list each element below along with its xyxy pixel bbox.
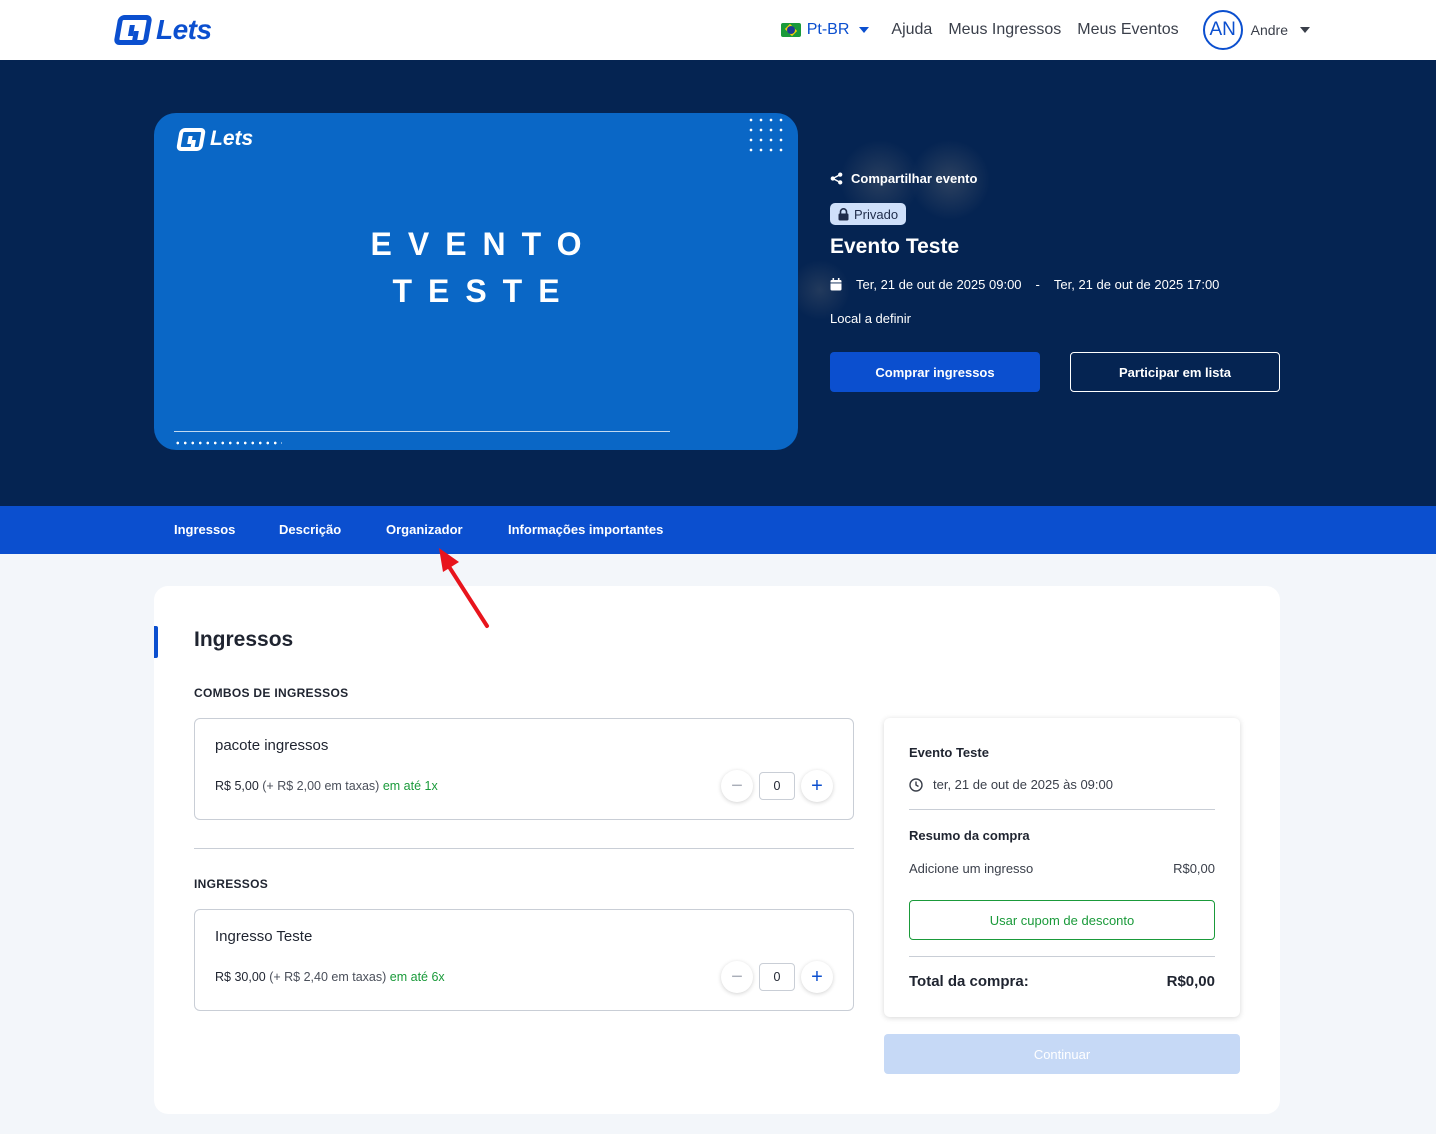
total-value: R$0,00 [1166, 973, 1215, 990]
avatar[interactable]: AN [1202, 10, 1243, 50]
section-title: Ingressos [194, 628, 294, 651]
event-hero: Lets EVENTO TESTE Compartilhar evento Pr… [0, 60, 1436, 506]
share-icon [830, 172, 843, 185]
banner-title-line1: EVENTO [370, 226, 598, 262]
date-separator: - [1035, 277, 1040, 292]
quantity-stepper: − 0 + [721, 961, 833, 993]
brand-name: Lets [156, 14, 212, 45]
event-banner: Lets EVENTO TESTE [154, 113, 798, 450]
summary-heading: Resumo da compra [909, 828, 1030, 843]
decrease-quantity-button[interactable]: − [721, 770, 753, 802]
combo-price: R$ 5,00 [215, 779, 259, 793]
banner-brand: Lets [210, 127, 254, 150]
increase-quantity-button[interactable]: + [801, 961, 833, 993]
section-accent-bar [154, 626, 158, 658]
ticket-item: Ingresso Teste R$ 30,00 (+ R$ 2,40 em ta… [194, 909, 854, 1011]
event-location: Local a definir [830, 311, 911, 326]
ticket-fee: (+ R$ 2,40 em taxas) [269, 970, 387, 984]
tab-descricao[interactable]: Descrição [279, 506, 341, 554]
brazil-flag-icon [780, 23, 801, 37]
combos-label: COMBOS DE INGRESSOS [194, 686, 349, 700]
nav-link-my-events[interactable]: Meus Eventos [1077, 21, 1178, 39]
quantity-value[interactable]: 0 [759, 963, 795, 991]
banner-dot-grid [746, 115, 786, 155]
section-divider [194, 848, 854, 849]
banner-logo: Lets [175, 127, 254, 151]
banner-decorative-line [174, 431, 670, 432]
share-label: Compartilhar evento [851, 171, 978, 186]
event-date-range: Ter, 21 de out de 2025 09:00 - Ter, 21 d… [830, 277, 1219, 292]
quantity-stepper: − 0 + [721, 770, 833, 802]
ticket-price: R$ 30,00 [215, 970, 266, 984]
event-end: Ter, 21 de out de 2025 17:00 [1053, 277, 1220, 292]
share-event-link[interactable]: Compartilhar evento [830, 171, 977, 186]
user-menu-name[interactable]: Andre [1251, 22, 1288, 38]
nav-link-help[interactable]: Ajuda [891, 21, 932, 39]
banner-dot-row [174, 440, 282, 446]
brand-logo[interactable]: Lets [113, 14, 212, 46]
summary-divider [909, 956, 1215, 957]
language-selector[interactable]: Pt-BR [780, 21, 870, 39]
ticket-name: Ingresso Teste [215, 928, 313, 945]
lets-logo-icon [175, 127, 207, 151]
top-navbar: Lets Pt-BR Ajuda Meus Ingressos Meus Eve… [0, 0, 1436, 60]
summary-event-date: ter, 21 de out de 2025 às 09:00 [909, 777, 1113, 792]
language-label: Pt-BR [806, 21, 850, 38]
ticket-price-row: R$ 30,00 (+ R$ 2,40 em taxas) em até 6x [215, 970, 445, 984]
summary-date-text: ter, 21 de out de 2025 às 09:00 [933, 777, 1113, 792]
discount-coupon-button[interactable]: Usar cupom de desconto [909, 900, 1215, 940]
summary-line: Adicione um ingresso R$0,00 [909, 861, 1215, 876]
summary-divider [909, 809, 1215, 810]
ticket-installments: em até 6x [389, 970, 445, 984]
continue-button[interactable]: Continuar [884, 1034, 1240, 1074]
quantity-value[interactable]: 0 [759, 772, 795, 800]
summary-event-name: Evento Teste [909, 745, 989, 760]
decrease-quantity-button[interactable]: − [721, 961, 753, 993]
purchase-summary: Evento Teste ter, 21 de out de 2025 às 0… [884, 718, 1240, 1017]
total-label: Total da compra: [909, 973, 1029, 990]
tab-informacoes-importantes[interactable]: Informações importantes [508, 506, 663, 554]
combo-fee: (+ R$ 2,00 em taxas) [262, 779, 380, 793]
combo-installments: em até 1x [382, 779, 438, 793]
tab-ingressos[interactable]: Ingressos [174, 506, 235, 554]
tickets-label: INGRESSOS [194, 877, 269, 891]
chevron-down-icon [859, 27, 870, 33]
summary-line-label: Adicione um ingresso [909, 861, 1034, 876]
lock-icon [838, 207, 849, 220]
increase-quantity-button[interactable]: + [801, 770, 833, 802]
summary-total: Total da compra: R$0,00 [909, 973, 1215, 990]
clock-icon [909, 777, 923, 792]
event-start: Ter, 21 de out de 2025 09:00 [856, 277, 1022, 292]
summary-line-value: R$0,00 [1173, 861, 1215, 876]
banner-title-line2: TESTE [392, 273, 576, 309]
nav-link-my-tickets[interactable]: Meus Ingressos [948, 21, 1061, 39]
buy-tickets-button[interactable]: Comprar ingressos [830, 352, 1040, 392]
event-title: Evento Teste [830, 235, 960, 258]
header-nav: Pt-BR Ajuda Meus Ingressos Meus Eventos … [780, 10, 1310, 50]
join-list-button[interactable]: Participar em lista [1070, 352, 1280, 392]
event-tabs: Ingressos Descrição Organizador Informaç… [0, 506, 1436, 554]
lets-logo-icon [113, 15, 153, 45]
annotation-arrow-icon [439, 548, 489, 628]
combo-name: pacote ingressos [215, 737, 329, 754]
user-menu-chevron-icon[interactable] [1300, 27, 1310, 33]
tickets-card: Ingressos COMBOS DE INGRESSOS pacote ing… [154, 586, 1280, 1114]
combo-price-row: R$ 5,00 (+ R$ 2,00 em taxas) em até 1x [215, 779, 438, 793]
combo-item: pacote ingressos R$ 5,00 (+ R$ 2,00 em t… [194, 718, 854, 820]
banner-title: EVENTO TESTE [154, 221, 798, 315]
privacy-badge: Privado [830, 203, 907, 225]
privacy-label: Privado [854, 206, 899, 222]
calendar-icon [830, 278, 842, 291]
